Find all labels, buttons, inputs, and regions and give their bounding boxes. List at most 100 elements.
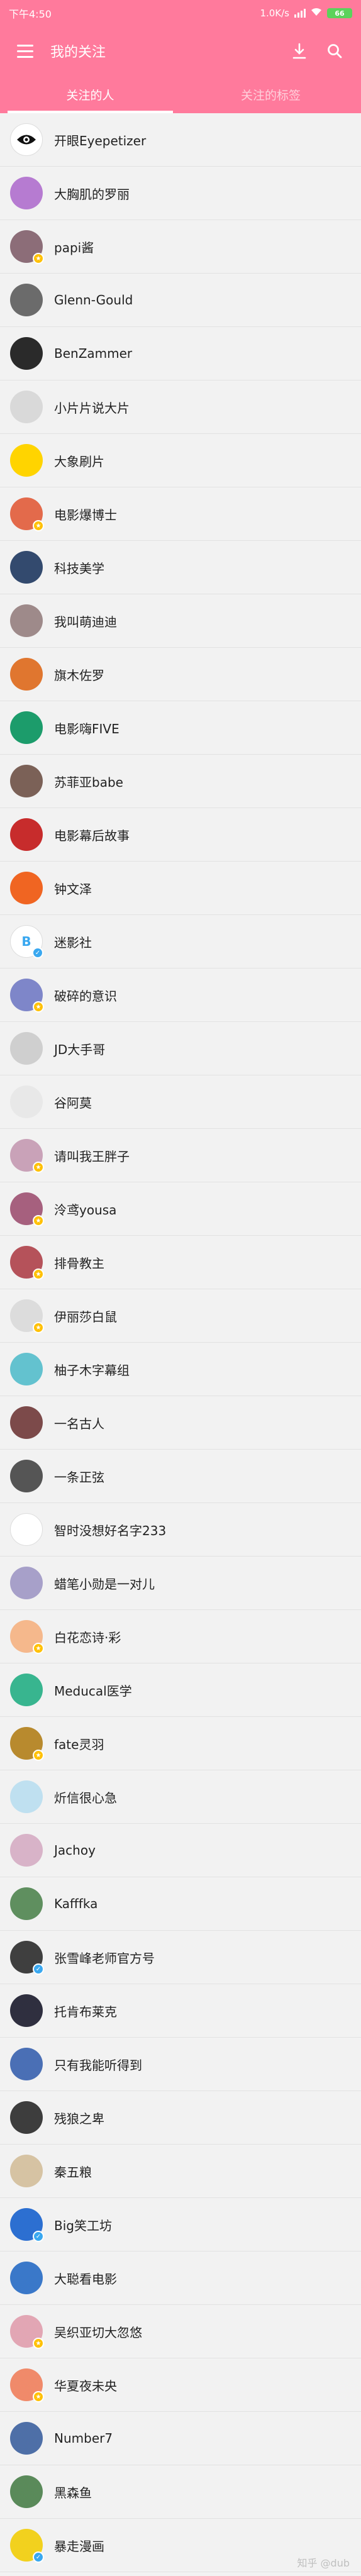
avatar[interactable]: ★ bbox=[10, 1192, 44, 1226]
download-icon[interactable] bbox=[282, 33, 317, 69]
list-item[interactable]: 开眼Eyepetizer bbox=[0, 113, 361, 167]
avatar[interactable] bbox=[10, 872, 43, 904]
list-item[interactable]: ★ 伊丽莎白鼠 bbox=[0, 1289, 361, 1343]
list-item[interactable]: ★ 华夏夜未央 bbox=[0, 2358, 361, 2412]
avatar[interactable] bbox=[10, 2101, 43, 2134]
list-item[interactable]: B ✓ 迷影社 bbox=[0, 915, 361, 969]
avatar[interactable] bbox=[10, 2155, 43, 2187]
avatar[interactable] bbox=[10, 177, 43, 209]
list-item[interactable]: ★ 吴织亚切大忽悠 bbox=[0, 2305, 361, 2358]
avatar[interactable] bbox=[10, 444, 43, 477]
list-item[interactable]: ★ 电影爆博士 bbox=[0, 487, 361, 541]
avatar[interactable]: ★ bbox=[10, 1620, 44, 1654]
avatar[interactable] bbox=[10, 284, 43, 316]
avatar[interactable] bbox=[10, 1834, 43, 1867]
avatar[interactable]: ★ bbox=[10, 2368, 44, 2402]
list-item[interactable]: ✓ Big笑工坊 bbox=[0, 2198, 361, 2251]
avatar[interactable] bbox=[10, 1406, 43, 1439]
avatar[interactable] bbox=[10, 765, 43, 797]
avatar[interactable]: ★ bbox=[10, 2315, 44, 2349]
list-item[interactable]: 蜡笔小勋是一对儿 bbox=[0, 1557, 361, 1610]
list-item[interactable]: 一条正弦 bbox=[0, 1450, 361, 1503]
list-item[interactable]: ✓ 张雪峰老师官方号 bbox=[0, 1931, 361, 1984]
avatar[interactable]: ★ bbox=[10, 1299, 44, 1333]
user-name: 蜡笔小勋是一对儿 bbox=[54, 1576, 155, 1592]
list-item[interactable]: ★ 请叫我王胖子 bbox=[0, 1129, 361, 1182]
list-item[interactable]: 钟文泽 bbox=[0, 862, 361, 915]
avatar[interactable]: ✓ bbox=[10, 2208, 44, 2242]
list-item[interactable]: 大象刷片 bbox=[0, 434, 361, 487]
avatar[interactable]: ✓ bbox=[10, 1941, 44, 1975]
avatar[interactable] bbox=[10, 604, 43, 637]
list-item[interactable]: Kafffka bbox=[0, 1877, 361, 1931]
list-item[interactable]: 炘信很心急 bbox=[0, 1770, 361, 1824]
avatar[interactable] bbox=[10, 2422, 43, 2455]
list-item[interactable]: 柚子木字幕组 bbox=[0, 1343, 361, 1396]
list-item[interactable]: ★ papi酱 bbox=[0, 220, 361, 274]
avatar[interactable] bbox=[10, 2048, 43, 2080]
avatar[interactable] bbox=[10, 1460, 43, 1492]
list-item[interactable]: 谷阿莫 bbox=[0, 1075, 361, 1129]
avatar[interactable] bbox=[10, 711, 43, 744]
list-item[interactable]: 大聪看电影 bbox=[0, 2251, 361, 2305]
list-item[interactable]: JD大手哥 bbox=[0, 1022, 361, 1075]
list-item[interactable]: 我叫萌迪迪 bbox=[0, 594, 361, 648]
user-name: 钟文泽 bbox=[54, 881, 92, 897]
star-badge-icon: ★ bbox=[33, 1322, 44, 1333]
list-item[interactable]: 科技美学 bbox=[0, 541, 361, 594]
list-item[interactable]: 旗木佐罗 bbox=[0, 648, 361, 701]
avatar[interactable] bbox=[10, 1780, 43, 1813]
list-item[interactable]: 小片片说大片 bbox=[0, 380, 361, 434]
avatar[interactable] bbox=[10, 658, 43, 691]
list-item[interactable]: ★ 排骨教主 bbox=[0, 1236, 361, 1289]
avatar[interactable] bbox=[10, 1513, 43, 1546]
avatar[interactable]: ✓ bbox=[10, 2529, 44, 2563]
avatar[interactable] bbox=[10, 818, 43, 851]
list-item[interactable]: Glenn-Gould bbox=[0, 274, 361, 327]
list-item[interactable]: 苏菲亚babe bbox=[0, 755, 361, 808]
avatar[interactable] bbox=[10, 1567, 43, 1599]
list-item[interactable]: 残狼之卑 bbox=[0, 2091, 361, 2145]
search-icon[interactable] bbox=[317, 33, 352, 69]
avatar[interactable] bbox=[10, 2475, 43, 2508]
avatar[interactable]: B ✓ bbox=[10, 925, 43, 958]
avatar[interactable] bbox=[10, 1032, 43, 1065]
list-item[interactable]: ★ 破碎的意识 bbox=[0, 969, 361, 1022]
tab-followed-people[interactable]: 关注的人 bbox=[0, 75, 181, 113]
avatar[interactable]: ★ bbox=[10, 497, 44, 531]
list-item[interactable]: BenZammer bbox=[0, 327, 361, 380]
avatar[interactable] bbox=[10, 337, 43, 370]
list-item[interactable]: Meducal医学 bbox=[0, 1663, 361, 1717]
list-item[interactable]: 一名古人 bbox=[0, 1396, 361, 1450]
avatar[interactable]: ★ bbox=[10, 1727, 44, 1761]
avatar[interactable] bbox=[10, 1674, 43, 1706]
avatar[interactable] bbox=[10, 1887, 43, 1920]
avatar[interactable] bbox=[10, 1994, 43, 2027]
menu-icon[interactable] bbox=[9, 35, 42, 67]
avatar[interactable]: ★ bbox=[10, 979, 44, 1013]
avatar[interactable] bbox=[10, 391, 43, 423]
list-item[interactable]: Jachoy bbox=[0, 1824, 361, 1877]
avatar[interactable] bbox=[10, 123, 43, 156]
list-item[interactable]: 智时没想好名字233 bbox=[0, 1503, 361, 1557]
avatar[interactable]: ★ bbox=[10, 1139, 44, 1173]
user-name: Big笑工坊 bbox=[54, 2218, 112, 2233]
list-item[interactable]: 只有我能听得到 bbox=[0, 2038, 361, 2091]
list-item[interactable]: ★ 泠鸢yousa bbox=[0, 1182, 361, 1236]
avatar[interactable] bbox=[10, 1085, 43, 1118]
avatar[interactable] bbox=[10, 1353, 43, 1385]
list-item[interactable]: ★ fate灵羽 bbox=[0, 1717, 361, 1770]
list-item[interactable]: 秦五粮 bbox=[0, 2145, 361, 2198]
list-item[interactable]: ★ 白花恋诗·彩 bbox=[0, 1610, 361, 1663]
list-item[interactable]: 黑森鱼 bbox=[0, 2465, 361, 2519]
list-item[interactable]: Number7 bbox=[0, 2412, 361, 2465]
avatar[interactable] bbox=[10, 551, 43, 584]
avatar[interactable]: ★ bbox=[10, 230, 44, 264]
list-item[interactable]: 电影幕后故事 bbox=[0, 808, 361, 862]
list-item[interactable]: 托肯布莱克 bbox=[0, 1984, 361, 2038]
list-item[interactable]: 电影嗨FIVE bbox=[0, 701, 361, 755]
avatar[interactable] bbox=[10, 2262, 43, 2294]
avatar[interactable]: ★ bbox=[10, 1246, 44, 1280]
tab-followed-tags[interactable]: 关注的标签 bbox=[181, 75, 361, 113]
list-item[interactable]: 大胸肌的罗丽 bbox=[0, 167, 361, 220]
